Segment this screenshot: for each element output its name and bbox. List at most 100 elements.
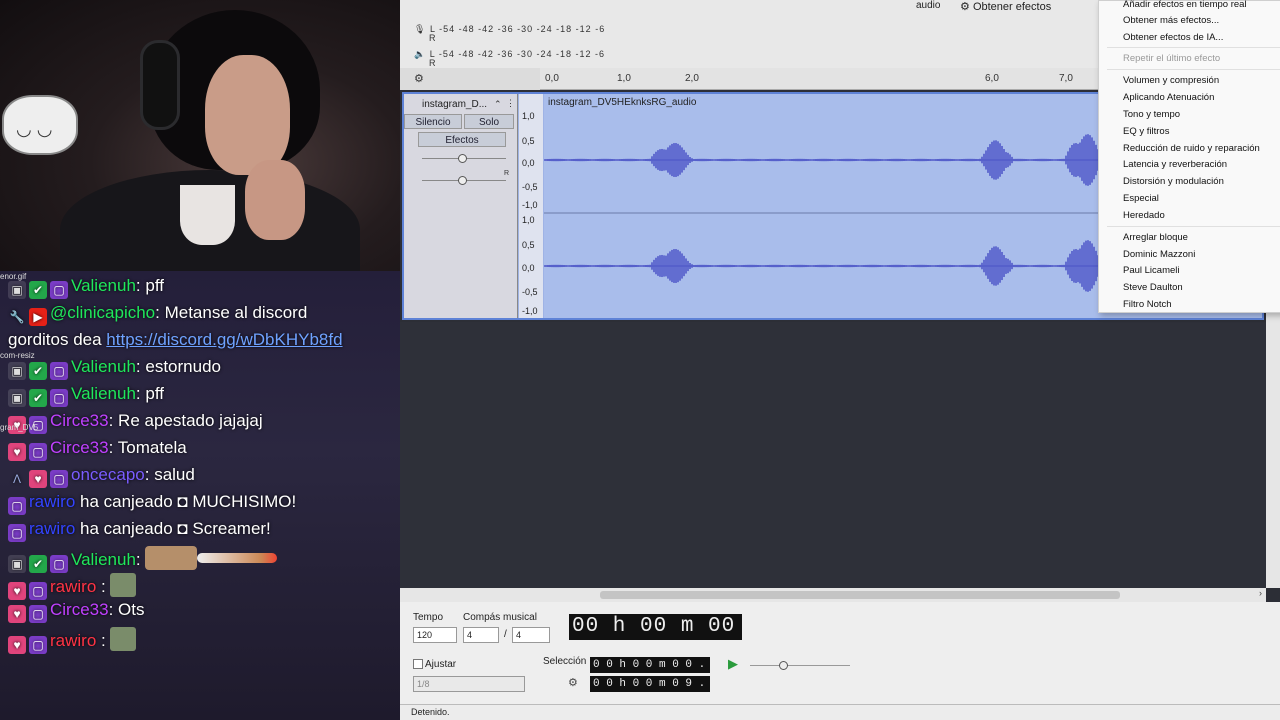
mod-badge-icon: ▣ [8,389,26,407]
chat-username[interactable]: @clinicapicho [50,303,155,322]
play-at-speed-button[interactable]: ▶ [725,656,741,672]
chat-text: Tomatela [113,438,187,457]
menu-item[interactable]: Filtro Notch [1123,299,1280,310]
selection-start-time[interactable]: 0 0 h 0 0 m 0 0 . 0 0 0 s [590,657,710,673]
selection-end-time[interactable]: 0 0 h 0 0 m 0 9 . 5 2 8 s [590,676,710,692]
chat-username[interactable]: Circe33 [50,438,109,457]
menu-item-label: Latencia y reverberación [1123,159,1228,170]
amplitude-label: -1,0 [522,306,538,316]
get-effects-button[interactable]: ⚙ Obtener efectos [960,0,1100,14]
amplitude-label: 0,5 [522,136,535,146]
horizontal-scroll-thumb[interactable] [600,591,1120,599]
scroll-right-icon[interactable]: › [1259,588,1262,598]
playback-meter-right-label: R [429,58,436,68]
track-name[interactable]: instagram_D... [422,99,487,110]
gear-icon[interactable]: ⚙ [414,72,424,85]
chat-username[interactable]: rawiro [29,519,75,538]
chat-username[interactable]: Valienuh [71,357,136,376]
sub-badge-icon: ▢ [50,470,68,488]
time-signature-label: Compás musical [463,612,537,623]
chat-message: ▢ rawiro ha canjeado ◘ Screamer! [8,519,271,542]
menu-item[interactable]: Obtener más efectos... [1123,15,1280,26]
snap-label: Ajustar [425,659,457,670]
menu-item[interactable]: Arreglar bloque [1123,232,1280,243]
chat-username[interactable]: rawiro [50,577,96,596]
sub-badge-icon: ▢ [8,497,26,515]
sub-badge-icon: ▢ [29,605,47,623]
menu-item[interactable]: Obtener efectos de IA... [1123,32,1280,43]
time-signature-numerator[interactable]: 4 [463,627,499,643]
menu-item-label: Heredado [1123,210,1165,221]
playback-meter[interactable]: 🔈 L -54 -48 -42 -36 -30 -24 -18 -12 -6 [414,49,605,60]
bottom-toolbar: Tempo 120 Compás musical 4 / 4 00 h 00 m… [400,602,1280,704]
track-menu-icon[interactable]: ⋮ [506,98,515,109]
mute-button[interactable]: Silencio [404,114,462,129]
menu-item-label: Obtener más efectos... [1123,15,1220,26]
chat-link[interactable]: https://discord.gg/wDbKHYb8fd [106,330,342,349]
audio-setup-label[interactable]: audio [916,0,940,11]
menu-item[interactable]: Heredado› [1123,210,1280,221]
menu-item[interactable]: Reducción de ruido y reparación› [1123,143,1280,154]
effects-button[interactable]: Efectos [418,132,506,147]
sub-badge-icon: ▢ [50,281,68,299]
heart-badge-icon: ♥ [8,636,26,654]
sub-badge-icon: ▢ [29,582,47,600]
chat-username[interactable]: rawiro [29,492,75,511]
chat-username[interactable]: Valienuh [71,550,136,569]
menu-item-label: Reducción de ruido y reparación [1123,143,1260,154]
empty-track-area[interactable] [400,322,1266,588]
chat-text: Ots [113,600,145,619]
snap-select[interactable]: 1/8 [413,676,525,692]
chat-username[interactable]: Valienuh [71,276,136,295]
menu-item[interactable]: Aplicando Atenuación› [1123,92,1280,103]
cat-emote [145,546,198,570]
youtube-icon: ▶ [29,308,47,326]
menu-item[interactable]: Distorsión y modulación› [1123,176,1280,187]
record-meter[interactable]: 🎙 L -54 -48 -42 -36 -30 -24 -18 -12 -6 [414,24,605,35]
menu-item[interactable]: Añadir efectos en tiempo realE [1123,0,1280,10]
play-speed-slider-handle[interactable] [779,661,788,670]
menu-item-label: Distorsión y modulación [1123,176,1224,187]
chat-username[interactable]: Circe33 [50,600,109,619]
chat-message: ♥ ▢ rawiro : [8,573,137,600]
mod-badge-icon: ▣ [8,362,26,380]
horizontal-scrollbar[interactable]: › [400,588,1266,602]
menu-item[interactable]: Volumen y compresión› [1123,75,1280,86]
chat-message: ▣ ✔ ▢ Valienuh: [8,546,278,573]
chat-emote [110,573,137,597]
snap-checkbox[interactable] [413,659,423,669]
menu-item-label: Steve Daulton [1123,282,1183,293]
ruler-settings[interactable]: ⚙ [400,68,540,90]
plug-icon: ⚙ [960,1,970,13]
menu-item[interactable]: Paul Licameli› [1123,265,1280,276]
amplitude-label: 0,5 [522,240,535,250]
time-signature-separator: / [504,629,507,640]
chat-username[interactable]: rawiro [50,631,96,650]
tempo-input[interactable]: 120 [413,627,457,643]
menu-item[interactable]: EQ y filtros› [1123,126,1280,137]
collapse-icon[interactable]: ⌃ [494,99,502,110]
menu-item: Repetir el último efectoCtrl+R [1123,53,1280,64]
chat-message: ♥ ▢ Circe33: Ots [8,600,145,623]
menu-item[interactable]: Dominic Mazzoni› [1123,249,1280,260]
menu-item[interactable]: Steve Daulton› [1123,282,1280,293]
streamer-collar [180,185,235,245]
solo-button[interactable]: Solo [464,114,514,129]
chat-message: ▣ ✔ ▢ Valienuh: estornudo [8,357,221,380]
gain-slider-handle[interactable] [458,154,467,163]
chat-text: ha canjeado ◘ Screamer! [75,519,271,538]
time-signature-denominator[interactable]: 4 [512,627,550,643]
menu-item-label: Tono y tempo [1123,109,1181,120]
pan-slider-handle[interactable] [458,176,467,185]
chat-username[interactable]: oncecapo [71,465,145,484]
menu-item[interactable]: Especial› [1123,193,1280,204]
chat-separator: : [96,631,106,650]
selection-settings-icon[interactable]: ⚙ [568,676,578,689]
chat-username[interactable]: Valienuh [71,384,136,403]
chat-username[interactable]: Circe33 [50,411,109,430]
chat-message: gorditos dea https://discord.gg/wDbKHYb8… [8,330,343,350]
time-display[interactable]: 00 h 00 m 00 s [569,614,742,640]
menu-item[interactable]: Tono y tempo› [1123,109,1280,120]
heart-badge-icon: ♥ [8,582,26,600]
menu-item[interactable]: Latencia y reverberación› [1123,159,1280,170]
